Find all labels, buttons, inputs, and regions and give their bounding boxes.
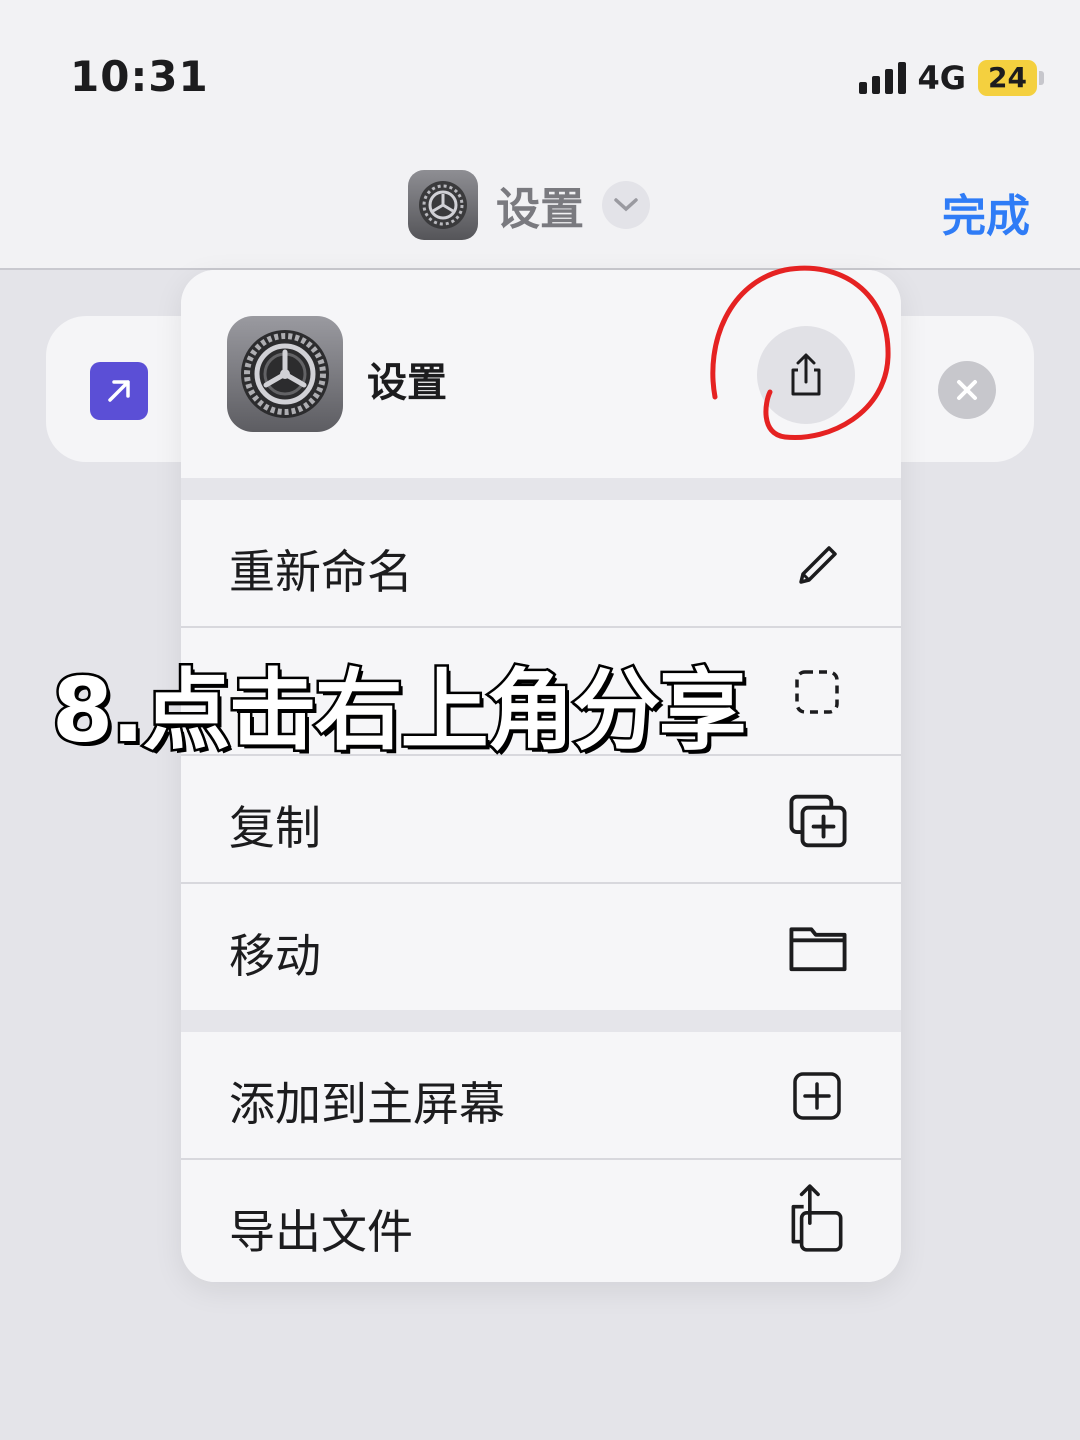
instruction-caption: 8.点击右上角分享 — [50, 657, 750, 765]
menu-item-label: 复制 — [229, 801, 321, 855]
app-name: 设置 — [367, 360, 447, 406]
settings-gear-icon — [408, 170, 478, 240]
menu-item-duplicate[interactable]: 复制 — [181, 756, 901, 882]
menu-item-move[interactable]: 移动 — [181, 884, 901, 1010]
section-separator — [181, 478, 901, 500]
export-icon — [791, 1184, 843, 1252]
done-button[interactable]: 完成 — [942, 180, 1030, 244]
section-separator — [181, 1010, 901, 1032]
open-app-arrow-icon — [90, 362, 148, 420]
duplicate-icon — [789, 794, 847, 848]
settings-app-icon — [227, 316, 343, 432]
battery-icon: 24 — [978, 60, 1044, 96]
menu-item-label: 导出文件 — [229, 1205, 413, 1259]
pencil-icon — [799, 546, 837, 584]
signal-icon — [858, 62, 906, 94]
chevron-down-icon[interactable] — [602, 181, 650, 229]
nav-title: 设置 — [496, 184, 584, 235]
battery-level: 24 — [978, 60, 1037, 96]
shortcut-title-menu[interactable]: 设置 — [408, 170, 650, 240]
add-square-icon — [793, 1072, 841, 1120]
folder-icon — [789, 927, 847, 972]
dashed-square-icon — [795, 670, 839, 714]
menu-item-rename[interactable]: 重新命名 — [181, 500, 901, 626]
red-circle-annotation — [710, 265, 891, 441]
menu-item-label: 重新命名 — [229, 545, 413, 599]
menu-item-add-to-home[interactable]: 添加到主屏幕 — [181, 1032, 901, 1158]
menu-item-label: 添加到主屏幕 — [229, 1077, 505, 1131]
top-navigation-area: 10:31 4G 24 设置 完成 — [0, 0, 1080, 270]
remove-action-close-icon[interactable] — [938, 361, 996, 419]
status-indicators: 4G 24 — [858, 58, 1044, 98]
menu-item-export-file[interactable]: 导出文件 — [181, 1160, 901, 1282]
network-type: 4G — [917, 59, 967, 97]
status-time: 10:31 — [70, 52, 209, 101]
menu-item-label: 移动 — [229, 929, 321, 983]
